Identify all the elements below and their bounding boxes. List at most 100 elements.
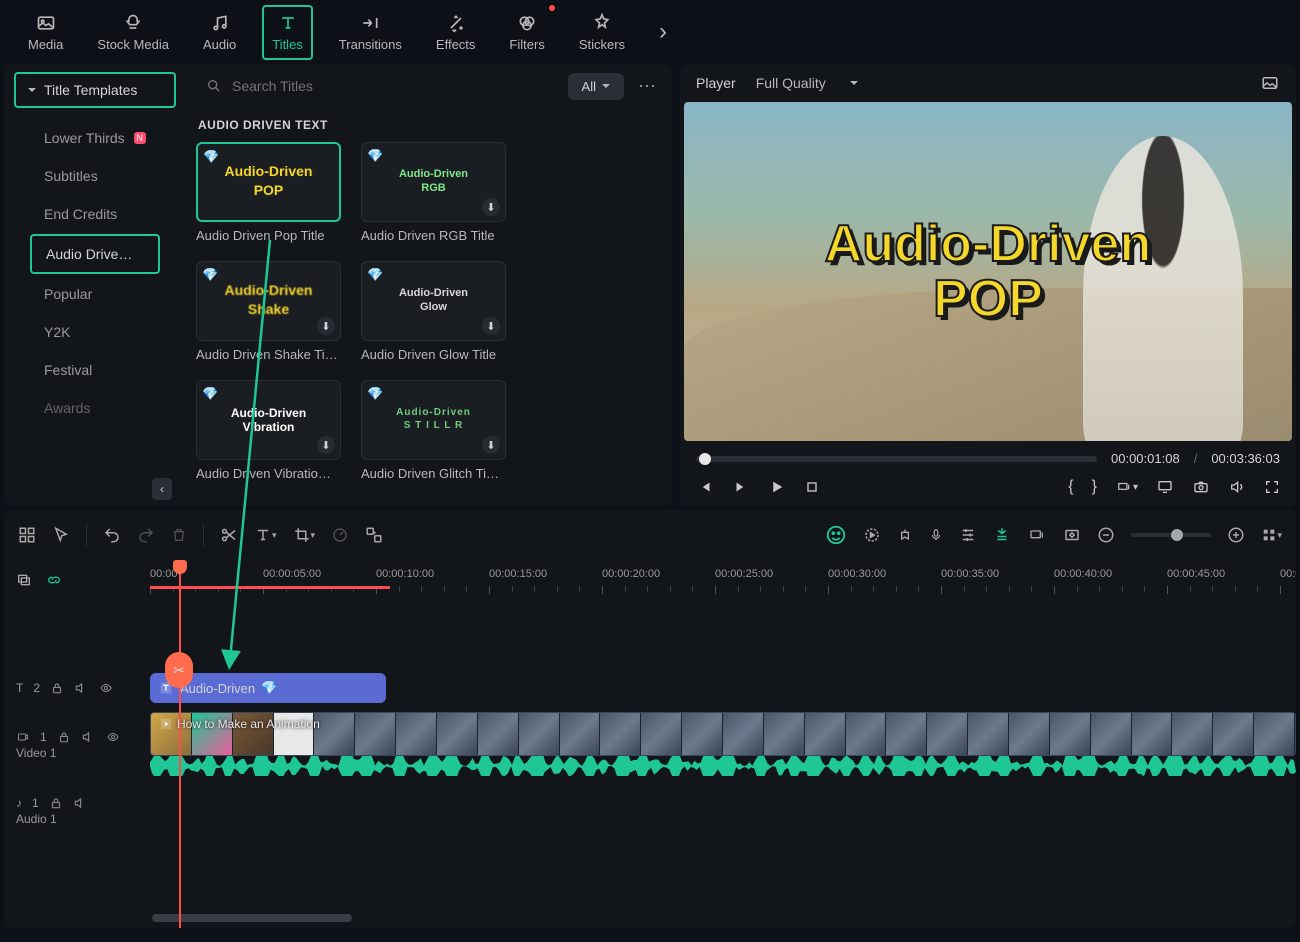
audio-mixer-icon[interactable] (959, 526, 977, 544)
zoom-out-icon[interactable] (1097, 526, 1115, 544)
track-type-audio-icon: ♪ (16, 796, 22, 810)
nav-stickers[interactable]: Stickers (571, 7, 633, 58)
track-lock-icon[interactable] (49, 796, 63, 810)
play-icon[interactable] (768, 478, 786, 496)
undo-icon[interactable] (103, 526, 121, 544)
search-box[interactable] (196, 72, 560, 100)
template-thumb[interactable]: 💎 Audio-DrivenS T I L L R ⬇ (361, 380, 506, 460)
stop-icon[interactable] (804, 479, 820, 495)
next-frame-icon[interactable] (732, 478, 750, 496)
view-mode-icon[interactable]: ▾ (1261, 527, 1282, 543)
sidebar-item-label: Y2K (44, 324, 70, 340)
camera-icon[interactable] (1192, 479, 1210, 495)
download-icon[interactable]: ⬇ (482, 436, 500, 454)
scrollbar-thumb[interactable] (152, 914, 352, 922)
timeline-scrollbar[interactable] (152, 914, 1286, 924)
template-thumb[interactable]: 💎 Audio-DrivenRGB ⬇ (361, 142, 506, 222)
more-options-icon[interactable]: ⋯ (632, 76, 662, 97)
convert-icon[interactable] (365, 526, 383, 544)
nav-transitions[interactable]: Transitions (331, 7, 410, 58)
sidebar-item-y2k[interactable]: Y2K (30, 314, 160, 350)
track-stack-icon[interactable] (16, 572, 32, 588)
template-thumb[interactable]: 💎 Audio-DrivenVibration ⬇ (196, 380, 341, 460)
delete-icon[interactable] (171, 526, 187, 544)
template-thumb[interactable]: 💎 Audio-DrivenGlow ⬇ (361, 261, 506, 341)
track-mute-icon[interactable] (74, 681, 88, 695)
nav-titles[interactable]: Titles (262, 5, 313, 60)
template-thumb[interactable]: 💎 Audio-DrivenPOP (196, 142, 341, 222)
track-visible-icon[interactable] (98, 682, 114, 694)
quality-dropdown[interactable]: Full Quality (756, 75, 858, 91)
nav-filters[interactable]: Filters (501, 7, 552, 58)
sidebar-collapse-icon[interactable]: ‹ (152, 478, 172, 500)
zoom-slider[interactable] (1131, 533, 1211, 537)
sidebar-item-audio-driven[interactable]: Audio Drive… (30, 234, 160, 274)
sidebar-item-popular[interactable]: Popular (30, 276, 160, 312)
template-card-glow[interactable]: 💎 Audio-DrivenGlow ⬇ Audio Driven Glow T… (361, 261, 506, 362)
download-icon[interactable]: ⬇ (317, 317, 335, 335)
scissors-marker[interactable]: ✂ (165, 652, 193, 688)
nav-label: Titles (272, 37, 303, 52)
text-tool-icon[interactable]: ▾ (254, 526, 277, 544)
track-visible-icon[interactable] (105, 731, 121, 743)
split-icon[interactable] (220, 526, 238, 544)
snapshot-icon[interactable] (1260, 74, 1280, 92)
render-icon[interactable] (863, 526, 881, 544)
download-icon[interactable]: ⬇ (482, 198, 500, 216)
track-lock-icon[interactable] (57, 730, 71, 744)
track-mute-icon[interactable] (73, 796, 87, 810)
volume-icon[interactable] (1228, 479, 1246, 495)
template-thumb[interactable]: 💎 Audio-DrivenShake ⬇ (196, 261, 341, 341)
template-card-rgb[interactable]: 💎 Audio-DrivenRGB ⬇ Audio Driven RGB Tit… (361, 142, 506, 243)
track-lock-icon[interactable] (50, 681, 64, 695)
timeline-ruler[interactable]: 00:0000:00:05:0000:00:10:0000:00:15:0000… (146, 560, 1296, 600)
template-card-glitch[interactable]: 💎 Audio-DrivenS T I L L R ⬇ Audio Driven… (361, 380, 506, 481)
search-input[interactable] (232, 78, 550, 94)
player-viewport[interactable]: Audio-DrivenPOP (684, 102, 1292, 441)
display-icon[interactable] (1156, 479, 1174, 495)
sidebar-item-festival[interactable]: Festival (30, 352, 160, 388)
zoom-in-icon[interactable] (1227, 526, 1245, 544)
download-icon[interactable]: ⬇ (482, 317, 500, 335)
ai-icon[interactable] (825, 524, 847, 546)
new-indicator-icon (549, 5, 555, 11)
scrub-bar[interactable] (696, 456, 1097, 462)
crop-icon[interactable]: ▾ (293, 526, 316, 544)
mic-icon[interactable] (929, 526, 943, 544)
sidebar-item-subtitles[interactable]: Subtitles (30, 158, 160, 194)
video-clip[interactable]: How to Make an Animation (150, 712, 1296, 756)
ratio-icon[interactable]: ▾ (1115, 480, 1138, 494)
mark-out-icon[interactable]: } (1092, 478, 1097, 496)
ruler-tick: 00:00:40:00 (1054, 568, 1112, 580)
fullscreen-icon[interactable] (1264, 479, 1280, 495)
sidebar-item-awards[interactable]: Awards (30, 390, 160, 426)
playhead[interactable] (179, 560, 181, 928)
redo-icon[interactable] (137, 526, 155, 544)
sidebar-item-lower-thirds[interactable]: Lower Thirds N (30, 120, 160, 156)
magnet-icon[interactable] (993, 526, 1011, 544)
cursor-icon[interactable] (52, 526, 70, 544)
color-icon[interactable] (331, 526, 349, 544)
template-card-pop[interactable]: 💎 Audio-DrivenPOP Audio Driven Pop Title (196, 142, 341, 243)
filter-dropdown[interactable]: All (568, 73, 624, 100)
template-card-shake[interactable]: 💎 Audio-DrivenShake ⬇ Audio Driven Shake… (196, 261, 341, 362)
nav-audio[interactable]: Audio (195, 7, 244, 58)
layout-grid-icon[interactable] (18, 526, 36, 544)
nav-more-icon[interactable]: › (659, 18, 667, 46)
playhead-handle[interactable] (173, 560, 187, 574)
track-mute-icon[interactable] (81, 730, 95, 744)
keyframe-icon[interactable] (1063, 526, 1081, 544)
sidebar-item-end-credits[interactable]: End Credits (30, 196, 160, 232)
scrub-handle[interactable] (699, 453, 711, 465)
template-card-vibration[interactable]: 💎 Audio-DrivenVibration ⬇ Audio Driven V… (196, 380, 341, 481)
mark-in-icon[interactable]: { (1068, 478, 1073, 496)
nav-media[interactable]: Media (20, 7, 71, 58)
nav-stock-media[interactable]: Stock Media (89, 7, 177, 58)
title-templates-dropdown[interactable]: Title Templates (14, 72, 176, 108)
prev-frame-icon[interactable] (696, 478, 714, 496)
link-icon[interactable] (46, 572, 62, 588)
adjust-icon[interactable] (1027, 527, 1047, 543)
download-icon[interactable]: ⬇ (317, 436, 335, 454)
marker-icon[interactable] (897, 526, 913, 544)
nav-effects[interactable]: Effects (428, 7, 484, 58)
